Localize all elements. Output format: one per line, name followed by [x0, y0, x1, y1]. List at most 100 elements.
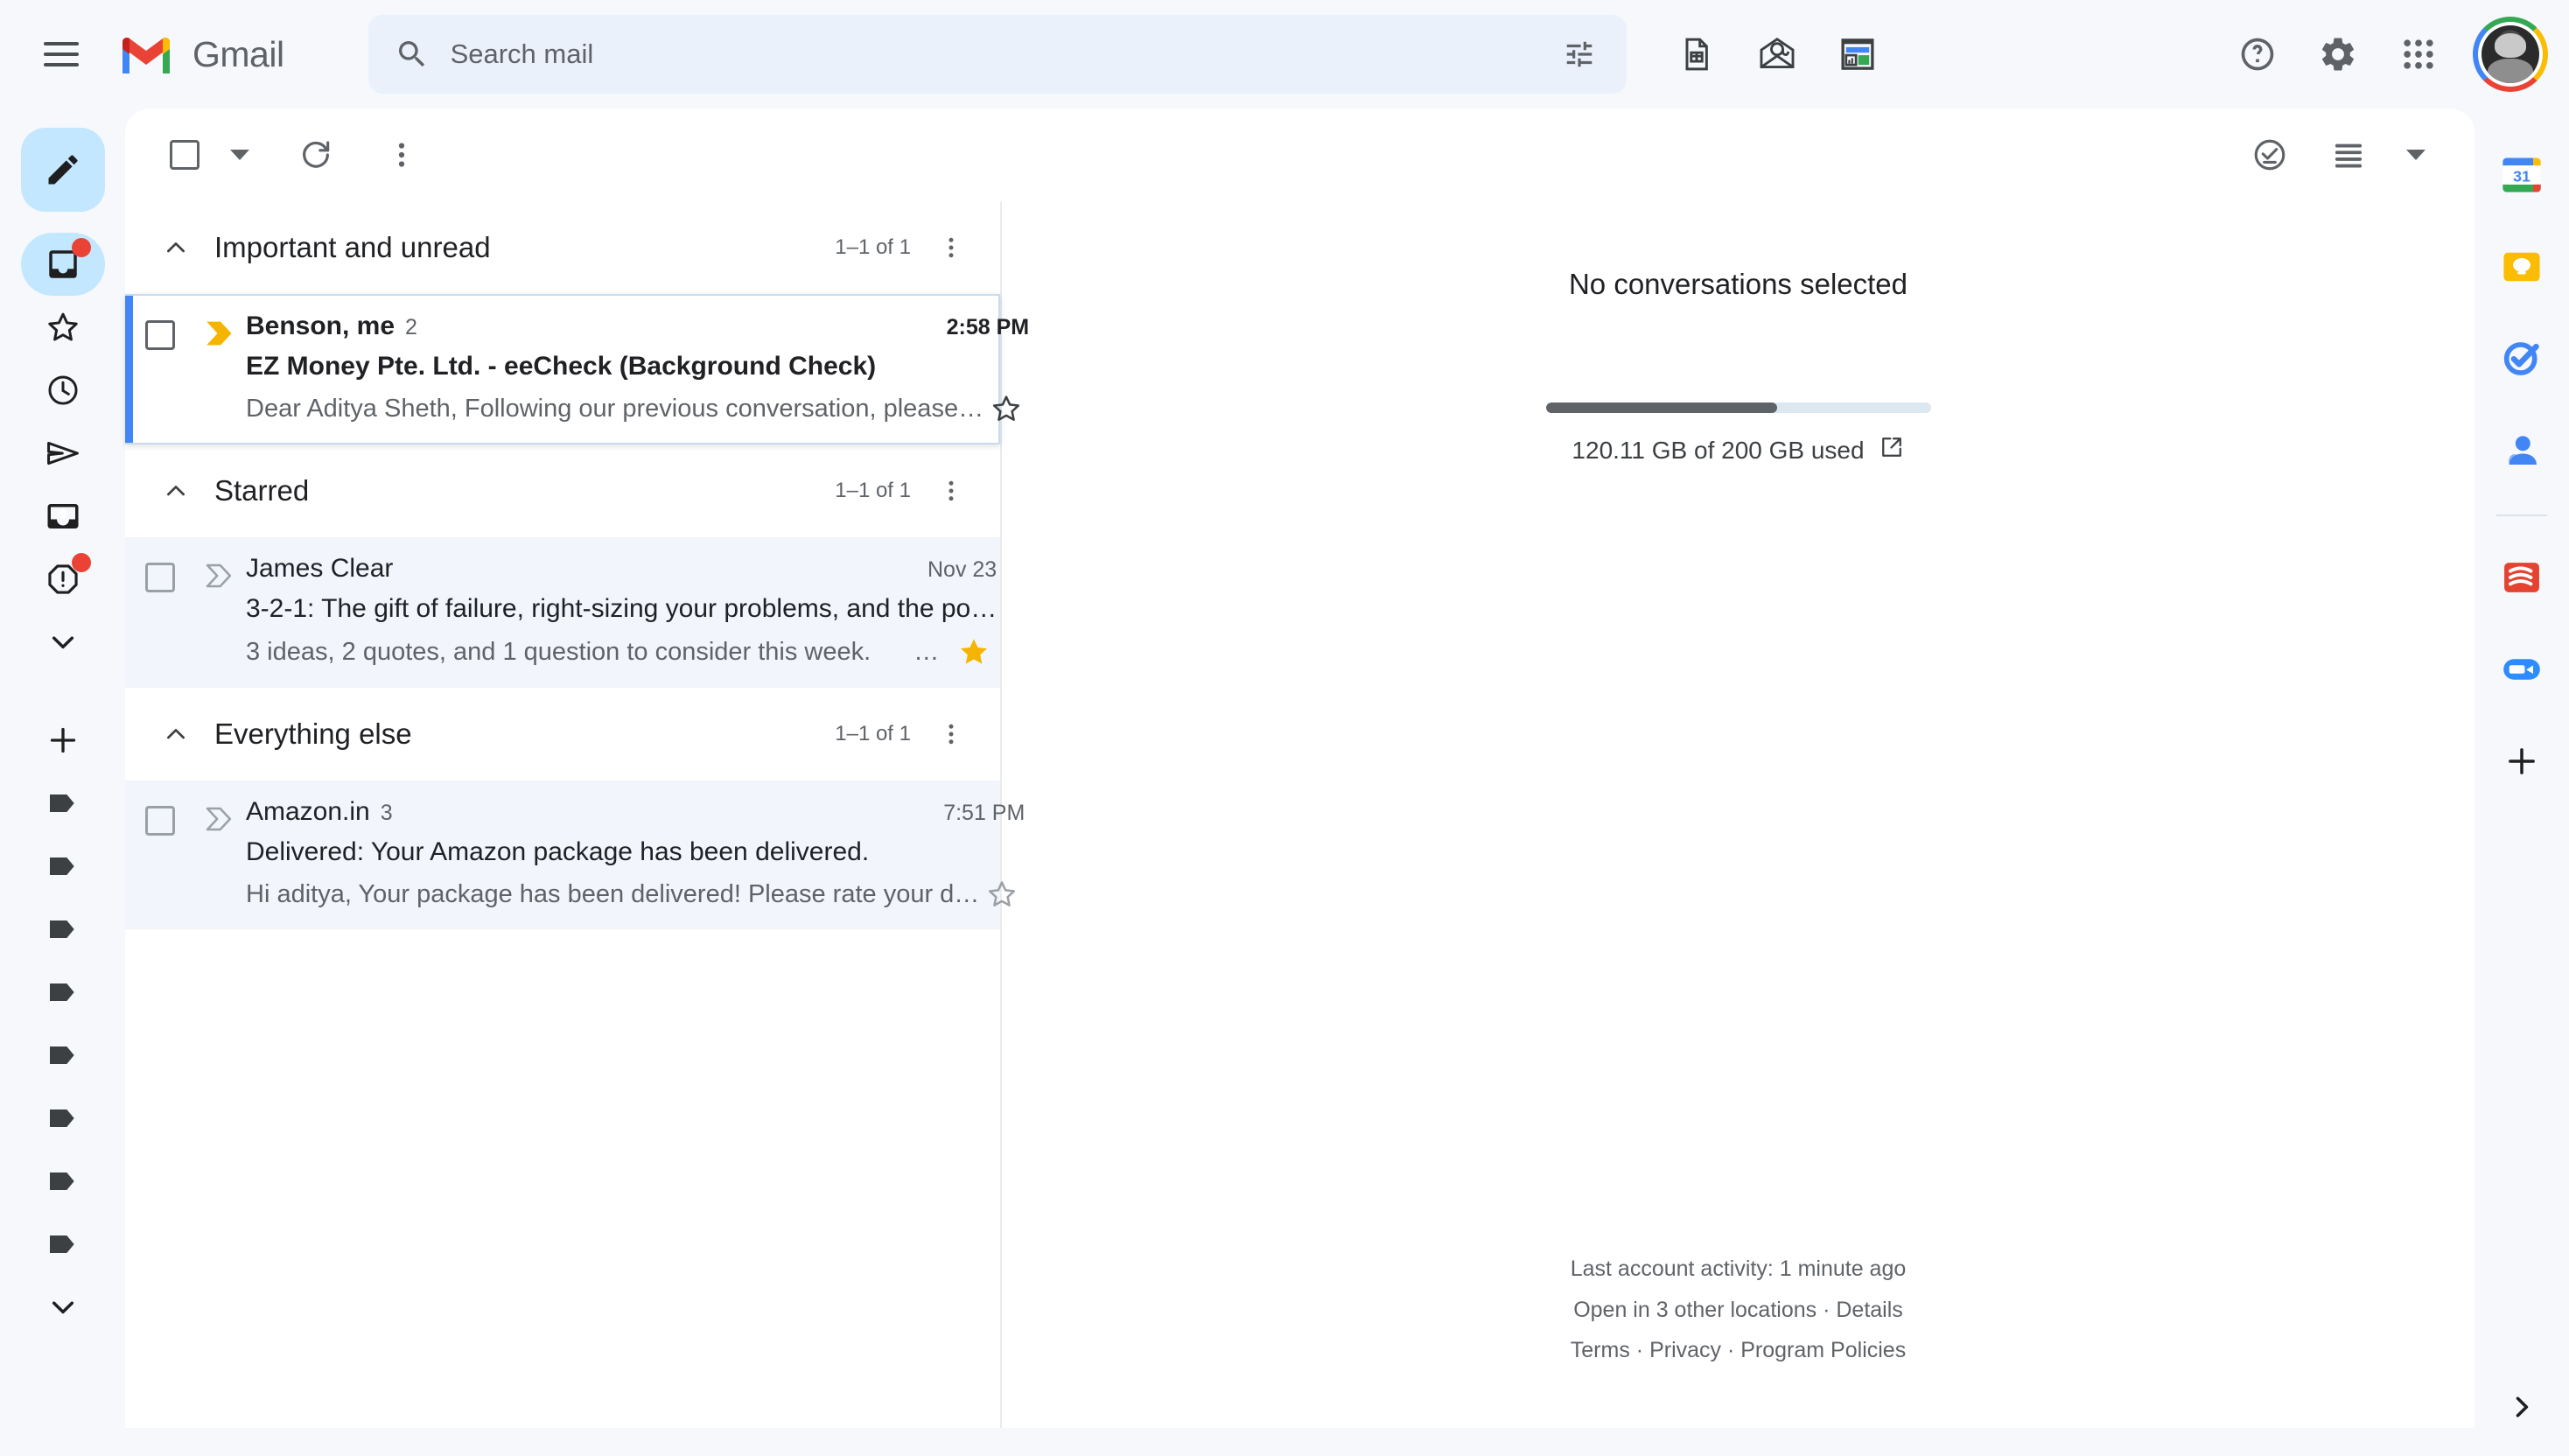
importance-marker-outline-icon[interactable]	[195, 554, 246, 669]
apps-grid-icon[interactable]	[2380, 16, 2457, 93]
privacy-link[interactable]: Privacy	[1649, 1338, 1721, 1362]
row-subject: Delivered: Your Amazon package has been …	[246, 837, 1025, 867]
section-more-options-icon[interactable]	[927, 710, 976, 759]
storage-progress-bar	[1546, 402, 1931, 413]
more-options-icon[interactable]	[368, 122, 435, 188]
create-label-button[interactable]	[21, 709, 105, 772]
google-tasks-icon[interactable]	[2487, 324, 2557, 394]
label-tag-icon	[46, 912, 80, 947]
chevron-up-icon[interactable]	[151, 223, 200, 272]
dashboard-layout-icon[interactable]	[1819, 16, 1896, 93]
select-all-checkbox[interactable]	[151, 122, 218, 188]
zoom-icon[interactable]	[2487, 634, 2557, 704]
row-body: Amazon.in 3 7:51 PM Delivered: Your Amaz…	[246, 797, 1042, 911]
sidebar-item-starred[interactable]	[21, 296, 105, 359]
chevron-down-icon	[46, 1291, 80, 1324]
avatar-photo	[2482, 25, 2539, 83]
search-bar[interactable]	[368, 15, 1627, 94]
sidebar-label-3[interactable]	[21, 898, 105, 961]
section-title: Starred	[214, 474, 835, 508]
google-keep-icon[interactable]	[2487, 232, 2557, 302]
footer-sep-2: ·	[1630, 1338, 1649, 1362]
storage-usage-row: 120.11 GB of 200 GB used	[1002, 434, 2474, 466]
open-locations-row: Open in 3 other locations · Details	[1002, 1290, 2474, 1330]
select-all-dropdown-icon[interactable]	[218, 122, 262, 188]
sidebar-item-more[interactable]	[21, 611, 105, 674]
details-link[interactable]: Details	[1836, 1298, 1902, 1322]
refresh-icon[interactable]	[283, 122, 349, 188]
sidebar-item-inbox[interactable]	[21, 233, 105, 296]
sidebar-item-drafts[interactable]	[21, 485, 105, 548]
row-overflow-dots: …	[914, 638, 939, 667]
google-calendar-icon[interactable]: 31	[2487, 140, 2557, 210]
sidebar-label-4[interactable]	[21, 961, 105, 1024]
get-addons-plus-icon[interactable]	[2487, 726, 2557, 796]
row-select-checkbox[interactable]	[125, 554, 195, 669]
star-outline-icon	[45, 309, 81, 346]
sidebar-labels-more[interactable]	[21, 1276, 105, 1339]
importance-marker-outline-icon[interactable]	[195, 797, 246, 911]
chevron-up-icon[interactable]	[151, 710, 200, 759]
external-link-icon[interactable]	[1879, 434, 1905, 466]
table-row[interactable]: James Clear Nov 23 3-2-1: The gift of fa…	[125, 537, 1000, 688]
search-input[interactable]	[444, 38, 1548, 70]
legal-links-row: Terms · Privacy · Program Policies	[1002, 1330, 2474, 1370]
label-tag-icon	[46, 786, 80, 821]
terms-link[interactable]: Terms	[1571, 1338, 1630, 1362]
section-more-options-icon[interactable]	[927, 223, 976, 272]
table-row[interactable]: Amazon.in 3 7:51 PM Delivered: Your Amaz…	[125, 780, 1000, 929]
settings-gear-icon[interactable]	[2300, 16, 2376, 93]
table-row[interactable]: Benson, me 2 2:58 PM EZ Money Pte. Ltd. …	[125, 294, 1000, 444]
section-count: 1–1 of 1	[835, 722, 911, 746]
sidebar-label-6[interactable]	[21, 1087, 105, 1150]
gmail-brand[interactable]: Gmail	[119, 33, 284, 75]
search-options-icon[interactable]	[1548, 23, 1611, 86]
mail-at-icon[interactable]	[1739, 16, 1816, 93]
row-snippet: Dear Aditya Sheth, Following our previou…	[246, 395, 984, 424]
sidebar-item-snoozed[interactable]	[21, 359, 105, 422]
sidebar-label-7[interactable]	[21, 1150, 105, 1213]
section-title: Important and unread	[214, 231, 835, 264]
left-navigation-rail	[0, 108, 125, 1456]
label-tag-icon	[46, 1038, 80, 1073]
chevron-right-icon[interactable]	[2487, 1372, 2557, 1442]
row-select-checkbox[interactable]	[125, 797, 195, 911]
content-row: Important and unread 1–1 of 1	[125, 201, 2474, 1428]
sidebar-label-8[interactable]	[21, 1213, 105, 1276]
help-icon[interactable]	[2219, 16, 2296, 93]
sidebar-label-5[interactable]	[21, 1024, 105, 1087]
right-side-panel: 31	[2474, 108, 2569, 1456]
row-select-checkbox[interactable]	[125, 312, 195, 425]
storage-progress-fill	[1546, 402, 1777, 413]
section-count: 1–1 of 1	[835, 235, 911, 260]
importance-marker-filled-icon[interactable]	[195, 312, 246, 425]
sidebar-item-spam[interactable]	[21, 548, 105, 611]
display-density-dropdown-icon[interactable]	[2394, 122, 2438, 188]
reading-pane: No conversations selected 120.11 GB of 2…	[1002, 201, 2474, 1428]
plus-icon	[46, 723, 80, 758]
sidebar-label-1[interactable]	[21, 772, 105, 835]
row-time: Nov 23	[928, 557, 997, 583]
program-policies-link[interactable]: Program Policies	[1740, 1338, 1906, 1362]
section-header-important-and-unread: Important and unread 1–1 of 1	[125, 201, 1000, 294]
side-panel-divider	[2496, 514, 2547, 516]
drafts-icon	[45, 498, 81, 535]
section-more-options-icon[interactable]	[927, 466, 976, 515]
compose-button[interactable]	[21, 128, 105, 212]
section-header-starred: Starred 1–1 of 1	[125, 444, 1000, 537]
sidebar-item-sent[interactable]	[21, 422, 105, 485]
avatar[interactable]	[2473, 17, 2548, 92]
mark-all-read-icon[interactable]	[2236, 122, 2303, 188]
google-sheets-icon[interactable]	[1658, 16, 1735, 93]
search-icon[interactable]	[381, 23, 444, 86]
todoist-icon[interactable]	[2487, 542, 2557, 612]
display-density-icon[interactable]	[2315, 122, 2382, 188]
hamburger-menu-icon[interactable]	[19, 12, 103, 96]
last-account-activity: Last account activity: 1 minute ago	[1002, 1249, 2474, 1289]
chevron-up-icon[interactable]	[151, 466, 200, 515]
unread-accent-bar	[125, 296, 133, 443]
clock-icon	[45, 372, 81, 409]
sidebar-label-2[interactable]	[21, 835, 105, 898]
star-filled-icon[interactable]	[951, 634, 997, 669]
google-contacts-icon[interactable]	[2487, 416, 2557, 486]
